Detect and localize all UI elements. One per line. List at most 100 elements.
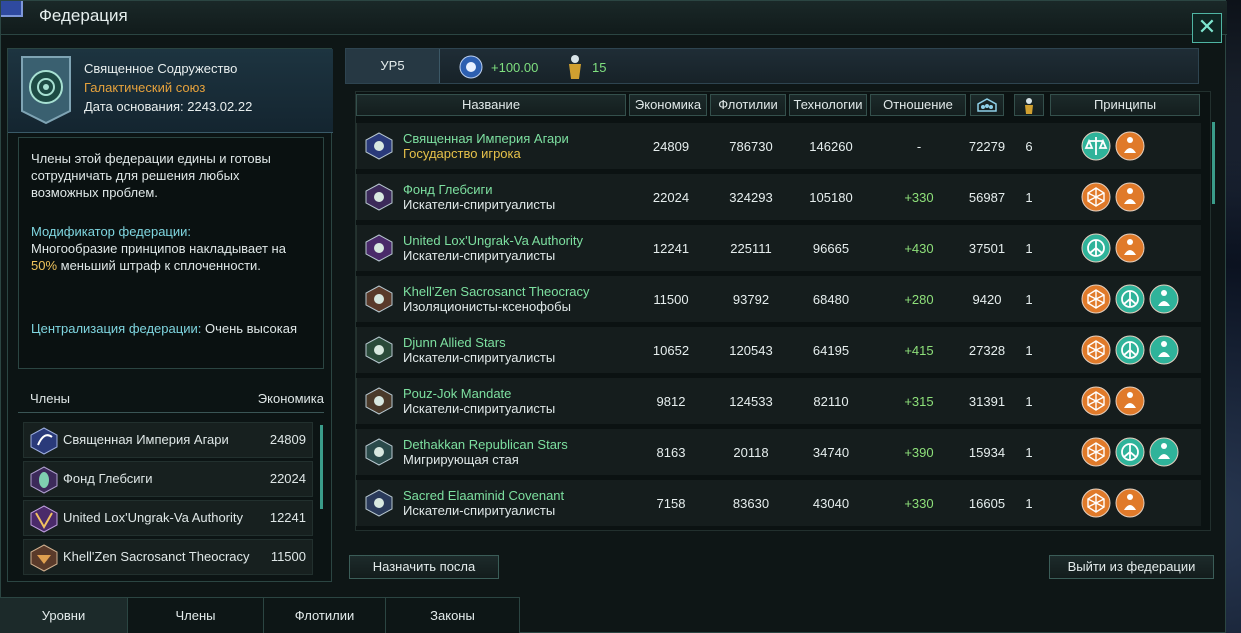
tab-fleets[interactable]: Флотилии bbox=[264, 597, 386, 633]
relation-cell: +315 bbox=[904, 394, 934, 409]
tech-cell: 82110 bbox=[813, 394, 849, 409]
meditation-icon[interactable] bbox=[1115, 233, 1145, 263]
assign-envoy-button[interactable]: Назначить посла bbox=[349, 555, 499, 579]
empire-ethic: Искатели-спиритуалисты bbox=[403, 503, 556, 518]
table-row[interactable]: Dethakkan Republican Stars Мигрирующая ст… bbox=[356, 429, 1201, 475]
fleets-cell: 83630 bbox=[732, 496, 770, 511]
relation-cell: +415 bbox=[904, 343, 934, 358]
economy-cell: 12241 bbox=[652, 241, 690, 256]
close-icon: ✕ bbox=[1197, 14, 1217, 39]
empire-name[interactable]: Фонд Глебсиги bbox=[403, 182, 493, 197]
table-row[interactable]: Священная Империя Агари Государство игрок… bbox=[356, 123, 1201, 169]
tech-cell: 68480 bbox=[812, 292, 850, 307]
meditation-icon[interactable] bbox=[1115, 131, 1145, 161]
table-scrollbar[interactable] bbox=[1212, 122, 1215, 204]
empire-agari-icon bbox=[30, 427, 58, 455]
relation-cell: +390 bbox=[904, 445, 934, 460]
polyhedron-icon[interactable] bbox=[1081, 182, 1111, 212]
empire-name[interactable]: Священная Империя Агари bbox=[403, 131, 569, 146]
peace-icon[interactable] bbox=[1115, 284, 1145, 314]
members-scrollbar[interactable] bbox=[320, 425, 323, 509]
level-tab[interactable]: УР5 bbox=[346, 49, 440, 83]
meditation-icon[interactable] bbox=[1149, 284, 1179, 314]
polyhedron-icon[interactable] bbox=[1081, 335, 1111, 365]
leave-federation-button[interactable]: Выйти из федерации bbox=[1049, 555, 1214, 579]
header-economy[interactable]: Экономика bbox=[629, 94, 707, 116]
population-icon bbox=[977, 98, 997, 112]
header-name[interactable]: Название bbox=[356, 94, 626, 116]
tab-levels[interactable]: Уровни bbox=[0, 597, 128, 633]
level-bar: УР5 +100.00 15 bbox=[345, 48, 1199, 84]
header-pops[interactable] bbox=[970, 94, 1004, 116]
table-row[interactable]: Khell'Zen Sacrosanct Theocracy Изоляциони… bbox=[356, 276, 1201, 322]
empire-emblem-icon bbox=[365, 132, 393, 160]
relation-cell: +280 bbox=[904, 292, 934, 307]
empire-name[interactable]: Sacred Elaaminid Covenant bbox=[403, 488, 564, 503]
members-list-header: Члены Экономика bbox=[18, 387, 324, 413]
header-fleets[interactable]: Флотилии bbox=[710, 94, 786, 116]
table-row[interactable]: Sacred Elaaminid Covenant Искатели-спирит… bbox=[356, 480, 1201, 526]
window-title: Федерация bbox=[39, 6, 128, 25]
member-name: Khell'Zen Sacrosanct Theocracy bbox=[63, 549, 250, 564]
header-envoys[interactable] bbox=[1014, 94, 1044, 116]
envoy-count: 15 bbox=[592, 60, 607, 75]
modifier-text-2: меньший штраф к сплоченности. bbox=[57, 258, 261, 273]
empire-name[interactable]: Djunn Allied Stars bbox=[403, 335, 506, 350]
header-principles[interactable]: Принципы bbox=[1050, 94, 1200, 116]
list-item[interactable]: Khell'Zen Sacrosanct Theocracy 11500 bbox=[23, 539, 313, 575]
empire-ethic: Искатели-спиритуалисты bbox=[403, 248, 556, 263]
scales-icon[interactable] bbox=[1081, 131, 1111, 161]
empire-khellzen-icon bbox=[30, 544, 58, 572]
empire-name[interactable]: United Lox'Ungrak-Va Authority bbox=[403, 233, 583, 248]
economy-column-label: Экономика bbox=[257, 391, 324, 406]
meditation-icon[interactable] bbox=[1149, 335, 1179, 365]
bottom-tabs: Уровни Члены Флотилии Законы bbox=[0, 597, 560, 633]
tab-laws[interactable]: Законы bbox=[386, 597, 520, 633]
federation-window: Федерация ✕ Священное Содружество Галакт… bbox=[0, 0, 1227, 633]
empire-name[interactable]: Dethakkan Republican Stars bbox=[403, 437, 568, 452]
header-tech[interactable]: Технологии bbox=[789, 94, 867, 116]
polyhedron-icon[interactable] bbox=[1081, 284, 1111, 314]
close-button[interactable]: ✕ bbox=[1192, 13, 1222, 43]
header-relation[interactable]: Отношение bbox=[870, 94, 966, 116]
list-item[interactable]: Фонд Глебсиги 22024 bbox=[23, 461, 313, 497]
empire-ethic: Мигрирующая стая bbox=[403, 452, 519, 467]
table-row[interactable]: Pouz-Jok Mandate Искатели-спиритуалисты 98… bbox=[356, 378, 1201, 424]
relation-cell: +330 bbox=[904, 496, 934, 511]
peace-icon[interactable] bbox=[1115, 437, 1145, 467]
federation-founded: Дата основания: 2243.02.22 bbox=[84, 99, 253, 114]
centralization: Централизация федерации: Очень высокая bbox=[31, 320, 297, 337]
polyhedron-icon[interactable] bbox=[1081, 437, 1111, 467]
centralization-label: Централизация федерации: bbox=[31, 321, 202, 336]
empire-name[interactable]: Pouz-Jok Mandate bbox=[403, 386, 511, 401]
empire-ethic: Искатели-спиритуалисты bbox=[403, 197, 556, 212]
peace-icon[interactable] bbox=[1115, 335, 1145, 365]
envoys-cell: 1 bbox=[1025, 292, 1033, 307]
modifier-text: Многообразие принципов накладывает на 50… bbox=[31, 240, 311, 274]
empire-ethic: Искатели-спиритуалисты bbox=[403, 350, 556, 365]
list-item[interactable]: United Lox'Ungrak-Va Authority 12241 bbox=[23, 500, 313, 536]
economy-cell: 7158 bbox=[656, 496, 686, 511]
envoys-cell: 1 bbox=[1025, 343, 1033, 358]
meditation-icon[interactable] bbox=[1115, 182, 1145, 212]
empire-name[interactable]: Khell'Zen Sacrosanct Theocracy bbox=[403, 284, 590, 299]
peace-icon[interactable] bbox=[1081, 233, 1111, 263]
federation-description: Члены этой федерации едины и готовы сотр… bbox=[31, 151, 271, 200]
table-row[interactable]: Djunn Allied Stars Искатели-спиритуалисты… bbox=[356, 327, 1201, 373]
table-body: Священная Империя Агари Государство игрок… bbox=[356, 123, 1212, 528]
members-table: Название Экономика Флотилии Технологии О… bbox=[355, 91, 1211, 531]
federation-emblem-icon bbox=[21, 56, 71, 125]
tab-members[interactable]: Члены bbox=[128, 597, 264, 633]
economy-cell: 9812 bbox=[656, 394, 686, 409]
tech-cell: 96665 bbox=[812, 241, 850, 256]
table-row[interactable]: Фонд Глебсиги Искатели-спиритуалисты 22024… bbox=[356, 174, 1201, 220]
modifier-text-1: Многообразие принципов накладывает на bbox=[31, 241, 286, 256]
polyhedron-icon[interactable] bbox=[1081, 386, 1111, 416]
federation-members-panel: УР5 +100.00 15 Название Экономика Флотил… bbox=[345, 48, 1215, 543]
list-item[interactable]: Священная Империя Агари 24809 bbox=[23, 422, 313, 458]
meditation-icon[interactable] bbox=[1149, 437, 1179, 467]
table-row[interactable]: United Lox'Ungrak-Va Authority Искатели-с… bbox=[356, 225, 1201, 271]
meditation-icon[interactable] bbox=[1115, 386, 1145, 416]
meditation-icon[interactable] bbox=[1115, 488, 1145, 518]
polyhedron-icon[interactable] bbox=[1081, 488, 1111, 518]
